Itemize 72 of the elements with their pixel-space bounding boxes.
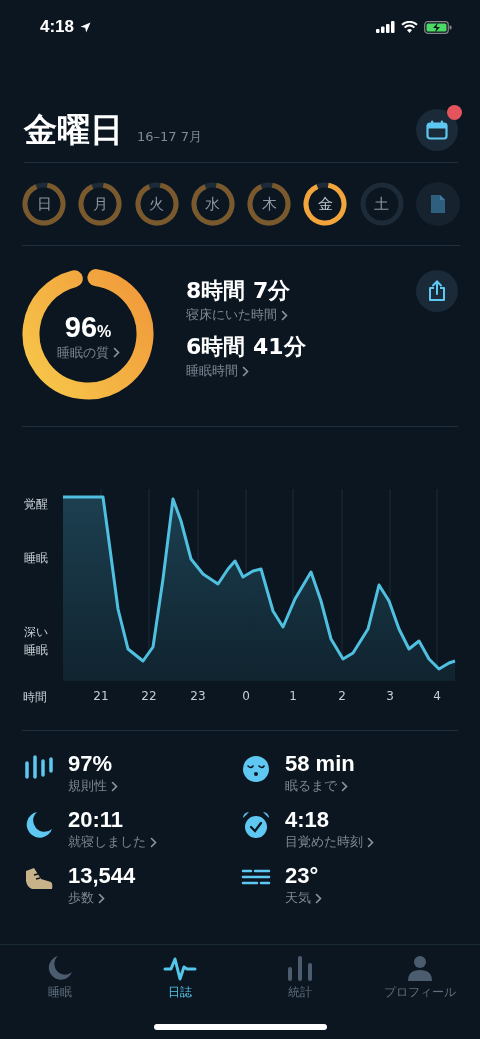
hour-label: 3: [386, 689, 394, 703]
stat-link[interactable]: 眠るまで: [285, 777, 355, 795]
chevron-icon: [112, 347, 120, 358]
axis-title: 時間: [23, 689, 47, 706]
stat-value: 23°: [285, 863, 320, 889]
bar-chart-icon: [287, 955, 313, 981]
person-icon: [407, 955, 433, 981]
stat-link[interactable]: 就寝しました: [68, 833, 157, 851]
share-button[interactable]: [416, 270, 458, 312]
chevron-icon: [150, 836, 157, 848]
wave-icon: [163, 955, 197, 981]
hour-label: 0: [242, 689, 250, 703]
stat-value: 13,544: [68, 863, 136, 889]
signal-icon: [376, 21, 395, 33]
day-ring-button[interactable]: 水: [190, 182, 235, 226]
sleep-stage-label: 覚醒: [24, 496, 49, 513]
chevron-icon: [315, 892, 322, 904]
document-icon: [429, 194, 446, 214]
tab[interactable]: 統計: [240, 945, 360, 1039]
sleep-stage-label: 睡眠: [24, 550, 49, 567]
stat-value: 58 min: [285, 751, 355, 777]
stat-link[interactable]: 規則性: [68, 777, 118, 795]
moon-icon: [47, 955, 73, 981]
calendar-icon: [426, 120, 448, 140]
page-title: 金曜日: [24, 108, 123, 151]
chevron-icon: [367, 836, 374, 848]
date-range: 16–17 7月: [137, 127, 202, 146]
day-ring-button[interactable]: 日: [22, 182, 66, 226]
day-ring-button[interactable]: 土: [359, 182, 404, 226]
stat-value: 20:11: [68, 807, 125, 833]
quality-link[interactable]: 睡眠の質: [56, 343, 120, 362]
quality-percent: 96%: [64, 310, 112, 344]
hour-label: 23: [190, 689, 206, 703]
sleepy-face-icon: [242, 755, 270, 783]
tab[interactable]: 日誌: [120, 945, 240, 1039]
moon-icon: [25, 811, 53, 839]
hour-label: 1: [289, 689, 297, 703]
battery-charging-icon: [424, 20, 452, 34]
chevron-icon: [111, 780, 118, 792]
wifi-icon: [401, 21, 418, 33]
hour-label: 4: [433, 689, 441, 703]
location-arrow-icon: [80, 21, 92, 33]
day-ring-button[interactable]: 火: [134, 182, 179, 226]
alarm-clock-icon: [242, 811, 270, 839]
stat-value: 97%: [68, 751, 114, 777]
duration-value: 8時間 7分: [186, 277, 292, 305]
day-ring-button[interactable]: 月: [78, 182, 123, 226]
notes-button[interactable]: [415, 182, 460, 226]
hour-label: 2: [338, 689, 346, 703]
stat-link[interactable]: 歩数: [68, 889, 136, 907]
chevron-icon: [242, 365, 249, 377]
stat-link[interactable]: 目覚めた時刻: [285, 833, 374, 851]
metric-link[interactable]: 寝床にいた時間: [186, 306, 306, 324]
hour-label: 22: [141, 689, 157, 703]
share-icon: [428, 280, 446, 302]
tab[interactable]: プロフィール: [360, 945, 480, 1039]
sleep-stage-label: 深い睡眠: [24, 624, 49, 659]
metric-link[interactable]: 睡眠時間: [186, 362, 306, 380]
fog-icon: [241, 867, 271, 887]
duration-value: 6時間 41分: [186, 333, 306, 361]
stat-link[interactable]: 天気: [285, 889, 322, 907]
day-ring-button[interactable]: 木: [247, 182, 292, 226]
chevron-icon: [341, 780, 348, 792]
clock-time: 4:18: [40, 17, 75, 37]
chevron-icon: [281, 309, 288, 321]
shoe-icon: [24, 867, 54, 891]
chevron-icon: [98, 892, 105, 904]
hour-label: 21: [93, 689, 109, 703]
tab[interactable]: 睡眠: [0, 945, 120, 1039]
stat-value: 4:18: [285, 807, 331, 833]
bars-icon: [24, 755, 54, 779]
day-ring-button[interactable]: 金: [303, 182, 348, 226]
